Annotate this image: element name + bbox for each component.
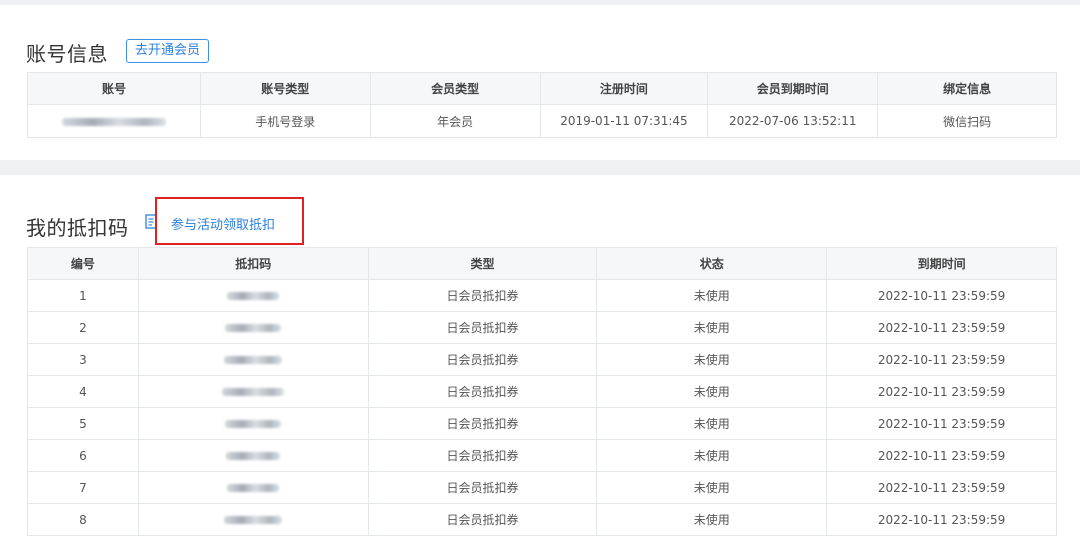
row-status: 未使用 (596, 375, 828, 408)
table-row: 8 日会员抵扣券 未使用 2022-10-11 23:59:59 (27, 503, 1057, 536)
row-no: 7 (27, 471, 139, 504)
row-status: 未使用 (596, 279, 828, 312)
row-status: 未使用 (596, 343, 828, 376)
account-table-row: 手机号登录 年会员 2019-01-11 07:31:45 2022-07-06… (27, 104, 1057, 138)
header-account: 账号 (27, 72, 201, 105)
row-code (137, 471, 369, 504)
row-code (137, 279, 369, 312)
row-expire: 2022-10-11 23:59:59 (826, 439, 1057, 472)
row-code (137, 343, 369, 376)
blurred-code (227, 484, 280, 492)
blurred-code (227, 292, 280, 300)
header-account-type: 账号类型 (199, 72, 371, 105)
row-no: 2 (27, 311, 139, 344)
binding-cell: 微信扫码 (877, 104, 1057, 138)
row-type: 日会员抵扣券 (367, 311, 598, 344)
header-code: 抵扣码 (137, 247, 369, 280)
table-row: 6 日会员抵扣券 未使用 2022-10-11 23:59:59 (27, 439, 1057, 472)
join-activity-link[interactable]: 参与活动领取抵扣 (171, 214, 275, 233)
row-no: 3 (27, 343, 139, 376)
row-no: 4 (27, 375, 139, 408)
coupon-title: 我的抵扣码 (26, 216, 129, 240)
row-expire: 2022-10-11 23:59:59 (826, 503, 1057, 536)
row-type: 日会员抵扣券 (367, 407, 598, 440)
blurred-code (224, 516, 283, 524)
header-type: 类型 (367, 247, 598, 280)
table-row: 4 日会员抵扣券 未使用 2022-10-11 23:59:59 (27, 375, 1057, 408)
row-status: 未使用 (596, 407, 828, 440)
row-expire: 2022-10-11 23:59:59 (826, 471, 1057, 504)
account-info-table: 账号 账号类型 会员类型 注册时间 会员到期时间 绑定信息 手机号登录 年会员 … (27, 72, 1057, 138)
account-cell (27, 104, 201, 138)
row-code (137, 311, 369, 344)
header-expire: 到期时间 (826, 247, 1057, 280)
row-no: 8 (27, 503, 139, 536)
table-row: 2 日会员抵扣券 未使用 2022-10-11 23:59:59 (27, 311, 1057, 344)
row-expire: 2022-10-11 23:59:59 (826, 375, 1057, 408)
blurred-code (225, 324, 282, 332)
row-code (137, 407, 369, 440)
row-no: 5 (27, 407, 139, 440)
row-code (137, 439, 369, 472)
account-info-title: 账号信息 (26, 42, 108, 66)
table-row: 7 日会员抵扣券 未使用 2022-10-11 23:59:59 (27, 471, 1057, 504)
row-expire: 2022-10-11 23:59:59 (826, 407, 1057, 440)
row-expire: 2022-10-11 23:59:59 (826, 343, 1057, 376)
header-status: 状态 (596, 247, 828, 280)
row-type: 日会员抵扣券 (367, 375, 598, 408)
member-type-cell: 年会员 (369, 104, 541, 138)
blurred-account (61, 117, 166, 126)
row-type: 日会员抵扣券 (367, 279, 598, 312)
account-type-cell: 手机号登录 (199, 104, 371, 138)
account-table-header-row: 账号 账号类型 会员类型 注册时间 会员到期时间 绑定信息 (27, 72, 1057, 105)
row-status: 未使用 (596, 503, 828, 536)
expire-time-cell: 2022-07-06 13:52:11 (707, 104, 879, 138)
row-no: 1 (27, 279, 139, 312)
row-status: 未使用 (596, 471, 828, 504)
open-vip-button[interactable]: 去开通会员 (126, 39, 210, 63)
header-member-type: 会员类型 (369, 72, 541, 105)
table-row: 3 日会员抵扣券 未使用 2022-10-11 23:59:59 (27, 343, 1057, 376)
row-expire: 2022-10-11 23:59:59 (826, 311, 1057, 344)
row-type: 日会员抵扣券 (367, 439, 598, 472)
row-no: 6 (27, 439, 139, 472)
header-no: 编号 (27, 247, 139, 280)
row-code (137, 503, 369, 536)
row-type: 日会员抵扣券 (367, 343, 598, 376)
header-register-time: 注册时间 (539, 72, 709, 105)
row-status: 未使用 (596, 439, 828, 472)
blurred-code (224, 356, 283, 364)
coupon-table: 编号 抵扣码 类型 状态 到期时间 1 日会员抵扣券 未使用 2022-10-1… (27, 247, 1057, 536)
register-time-cell: 2019-01-11 07:31:45 (539, 104, 709, 138)
coupon-table-header-row: 编号 抵扣码 类型 状态 到期时间 (27, 247, 1057, 280)
row-status: 未使用 (596, 311, 828, 344)
blurred-code (226, 452, 281, 460)
table-row: 1 日会员抵扣券 未使用 2022-10-11 23:59:59 (27, 279, 1057, 312)
header-binding: 绑定信息 (877, 72, 1057, 105)
row-type: 日会员抵扣券 (367, 503, 598, 536)
table-row: 5 日会员抵扣券 未使用 2022-10-11 23:59:59 (27, 407, 1057, 440)
row-code (137, 375, 369, 408)
blurred-code (225, 420, 282, 428)
row-expire: 2022-10-11 23:59:59 (826, 279, 1057, 312)
header-expire-time: 会员到期时间 (707, 72, 879, 105)
row-type: 日会员抵扣券 (367, 471, 598, 504)
blurred-code (222, 388, 285, 396)
